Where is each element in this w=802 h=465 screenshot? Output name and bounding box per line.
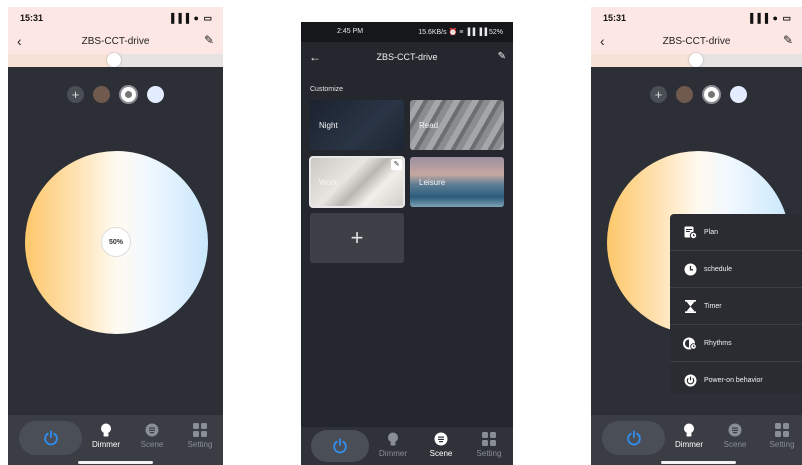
color-swatches: + (67, 85, 164, 104)
phone-scene-screen: 2:45 PM 15.6KB/s ⏰ ≡ ▐▐ ▐▐ 52% ← ZBS-CCT… (301, 22, 513, 465)
status-time: 15:31 (20, 13, 44, 23)
tab-dimmer[interactable]: Dimmer (86, 422, 126, 449)
add-color-button[interactable]: + (650, 86, 667, 103)
tab-scene-label: Scene (723, 440, 747, 449)
bulb-icon (669, 422, 709, 438)
phone-menu-screen: 15:31 ▐▐▐ ● ▭ ‹ ZBS-CCT-drive ✎ + Plan s… (591, 7, 802, 465)
edit-icon[interactable]: ✎ (783, 33, 793, 47)
add-color-button[interactable]: + (67, 86, 84, 103)
scene-label: Night (319, 121, 338, 130)
plan-icon (683, 225, 697, 239)
bottom-tab-bar: Dimmer Scene Setting (591, 415, 802, 465)
swatch-cool[interactable] (730, 86, 747, 103)
section-title: Customize (310, 86, 344, 93)
swatch-white-selected[interactable] (702, 85, 721, 104)
page-title: ZBS-CCT-drive (376, 52, 438, 62)
tab-scene[interactable]: Scene (421, 431, 461, 458)
menu-item-plan[interactable]: Plan (670, 214, 802, 250)
edit-scene-icon[interactable]: ✎ (391, 159, 402, 170)
tab-dimmer-label: Dimmer (379, 449, 407, 458)
status-time: 15:31 (603, 13, 627, 23)
home-indicator (78, 461, 153, 464)
menu-item-label: schedule (704, 265, 733, 273)
brightness-slider-handle[interactable] (107, 53, 121, 67)
page-title: ZBS-CCT-drive (662, 36, 731, 47)
power-button[interactable] (602, 421, 665, 455)
scene-label: Leisure (419, 178, 446, 187)
power-button[interactable] (311, 430, 369, 462)
menu-item-schedule[interactable]: schedule (670, 251, 802, 287)
tab-setting[interactable]: Setting (469, 431, 509, 458)
brightness-slider-fill (591, 54, 696, 67)
swatch-warm[interactable] (676, 86, 693, 103)
add-scene-button[interactable]: + (310, 213, 404, 263)
rhythm-icon (683, 336, 697, 350)
tab-setting[interactable]: Setting (180, 422, 220, 449)
swatch-warm[interactable] (93, 86, 110, 103)
menu-item-rhythms[interactable]: Rhythms (670, 325, 802, 361)
brightness-slider-handle[interactable] (689, 53, 703, 67)
tab-setting-label: Setting (769, 440, 795, 449)
power-icon (626, 430, 641, 446)
menu-item-label: Rhythms (704, 339, 732, 347)
bottom-tab-bar: Dimmer Scene Setting (8, 415, 223, 465)
power-button[interactable] (19, 421, 82, 455)
tab-dimmer[interactable]: Dimmer (373, 431, 413, 458)
power-icon (43, 430, 58, 446)
edit-icon[interactable]: ✎ (204, 33, 214, 47)
tab-dimmer[interactable]: Dimmer (669, 422, 709, 449)
scene-label: Read (419, 121, 439, 130)
status-icons: ▐▐▐ ● ▭ (746, 13, 792, 23)
menu-item-timer[interactable]: Timer (670, 288, 802, 324)
scene-icon (132, 422, 172, 438)
tab-setting-label: Setting (187, 440, 213, 449)
scene-card-night[interactable]: Night (310, 100, 404, 150)
bulb-icon (86, 422, 126, 438)
bottom-tab-bar: Dimmer Scene Setting (301, 427, 513, 465)
tab-scene-label: Scene (429, 449, 453, 458)
tab-dimmer-label: Dimmer (675, 440, 703, 449)
bulb-icon (373, 431, 413, 447)
phone-dimmer-screen: 15:31 ▐▐▐ ● ▭ ‹ ZBS-CCT-drive ✎ + 50% Di… (8, 7, 223, 465)
tab-scene[interactable]: Scene (132, 422, 172, 449)
menu-item-label: Plan (704, 228, 719, 236)
scene-icon (715, 422, 755, 438)
status-icons: 15.6KB/s ⏰ ≡ ▐▐ ▐▐ 52% (418, 29, 503, 36)
brightness-percent-badge: 50% (101, 227, 131, 257)
tab-setting-label: Setting (476, 449, 502, 458)
grid-icon (762, 422, 802, 438)
page-title: ZBS-CCT-drive (81, 36, 150, 47)
brightness-slider-fill (8, 54, 114, 67)
scene-card-work-selected[interactable]: Work ✎ (309, 156, 405, 208)
scene-card-leisure[interactable]: Leisure (410, 157, 504, 207)
swatch-cool[interactable] (147, 86, 164, 103)
status-bar: 2:45 PM 15.6KB/s ⏰ ≡ ▐▐ ▐▐ 52% (301, 22, 513, 42)
tab-scene-label: Scene (140, 440, 164, 449)
power-on-icon (683, 373, 697, 387)
scene-label: Work (319, 178, 338, 187)
hourglass-icon (683, 299, 697, 313)
menu-item-label: Timer (704, 302, 722, 310)
home-indicator (661, 461, 736, 464)
color-swatches: + (650, 85, 747, 104)
tab-setting[interactable]: Setting (762, 422, 802, 449)
menu-item-power-on-behavior[interactable]: Power-on behavior (670, 362, 802, 398)
power-icon (333, 438, 347, 454)
scene-card-read[interactable]: Read (410, 100, 504, 150)
edit-icon[interactable]: ✎ (498, 51, 506, 62)
grid-icon (180, 422, 220, 438)
clock-icon (683, 262, 697, 276)
swatch-white-selected[interactable] (119, 85, 138, 104)
tab-dimmer-label: Dimmer (92, 440, 120, 449)
tab-scene[interactable]: Scene (715, 422, 755, 449)
status-icons: ▐▐▐ ● ▭ (167, 13, 213, 23)
scene-icon (421, 431, 461, 447)
grid-icon (469, 431, 509, 447)
status-time: 2:45 PM (337, 28, 364, 35)
menu-item-label: Power-on behavior (704, 376, 763, 384)
more-options-menu: Plan schedule Timer Rhythms Power-on beh… (670, 214, 802, 394)
